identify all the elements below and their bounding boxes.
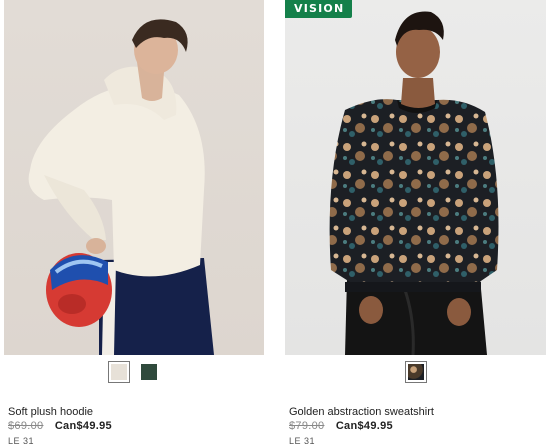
product-name[interactable]: Soft plush hoodie [8,406,93,418]
product-card[interactable]: Soft plush hoodie $69.00 Can$49.95 LE 31 [4,0,264,446]
price-row: $79.00 Can$49.95 [289,420,393,432]
swatch-color [407,364,424,380]
product-tag: LE 31 [8,436,35,446]
product-tag: LE 31 [289,436,316,446]
color-swatches [4,361,264,383]
original-price: $79.00 [289,420,325,432]
sale-price: Can$49.95 [54,420,112,432]
hoodie-model-illustration [28,19,214,355]
swatch-green[interactable] [138,361,160,383]
product-image[interactable]: VISION [285,0,546,355]
product-card[interactable]: VISION Golden abstraction sweatshirt $79… [285,0,546,446]
sale-price: Can$49.95 [335,420,393,432]
original-price: $69.00 [8,420,44,432]
sweatshirt-model-illustration [329,11,499,355]
product-image[interactable] [4,0,264,355]
vision-badge: VISION [285,0,353,18]
swatch-color [141,364,157,380]
swatch-color [111,364,127,380]
price-row: $69.00 Can$49.95 [8,420,112,432]
swatch-cream[interactable] [108,361,130,383]
color-swatches [285,361,546,383]
product-name[interactable]: Golden abstraction sweatshirt [289,406,434,418]
swatch-floral[interactable] [404,361,427,383]
